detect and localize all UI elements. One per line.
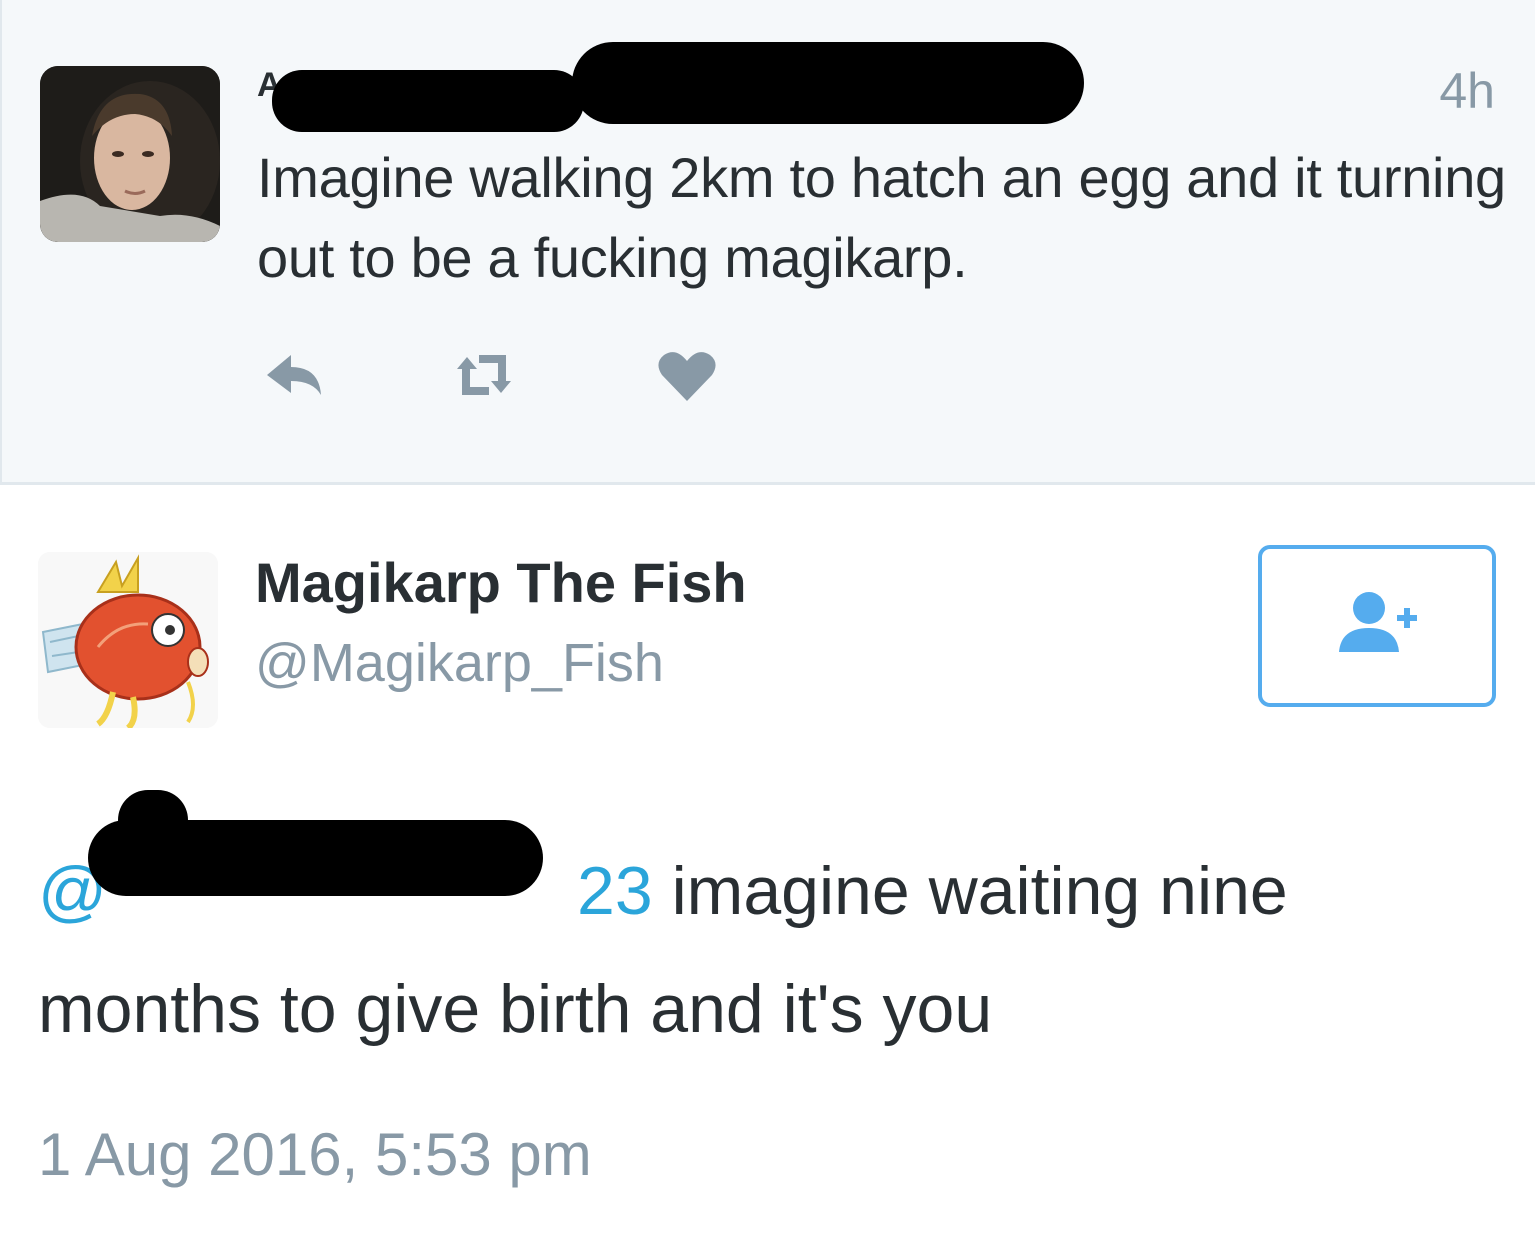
tweet-text: Imagine walking 2km to hatch an egg and …	[257, 146, 1506, 289]
follow-button[interactable]	[1258, 545, 1496, 707]
mention-suffix: 23	[577, 853, 653, 929]
redaction-name	[272, 70, 584, 132]
author-name[interactable]: Magikarp The Fish	[255, 550, 747, 615]
like-icon	[658, 352, 716, 401]
tweet-time[interactable]: 4h	[1439, 62, 1495, 120]
like-button[interactable]	[652, 345, 722, 405]
reply-button[interactable]	[257, 345, 327, 405]
redaction-mention-tail	[118, 790, 188, 850]
avatar[interactable]	[38, 552, 218, 728]
author-handle[interactable]: @Magikarp_Fish	[255, 632, 664, 694]
avatar-photo	[40, 66, 220, 242]
add-user-icon	[1339, 592, 1417, 652]
tweet-timestamp: 1 Aug 2016, 5:53 pm	[38, 1121, 592, 1188]
magikarp-avatar-image	[38, 552, 218, 728]
retweet-button[interactable]	[449, 345, 519, 405]
parent-tweet[interactable]: A @ 4h Imagine walking 2km to hatch an e…	[0, 0, 1535, 485]
avatar[interactable]	[40, 66, 220, 242]
reply-icon	[267, 355, 321, 395]
retweet-icon	[457, 355, 511, 395]
redaction-handle	[572, 42, 1084, 124]
